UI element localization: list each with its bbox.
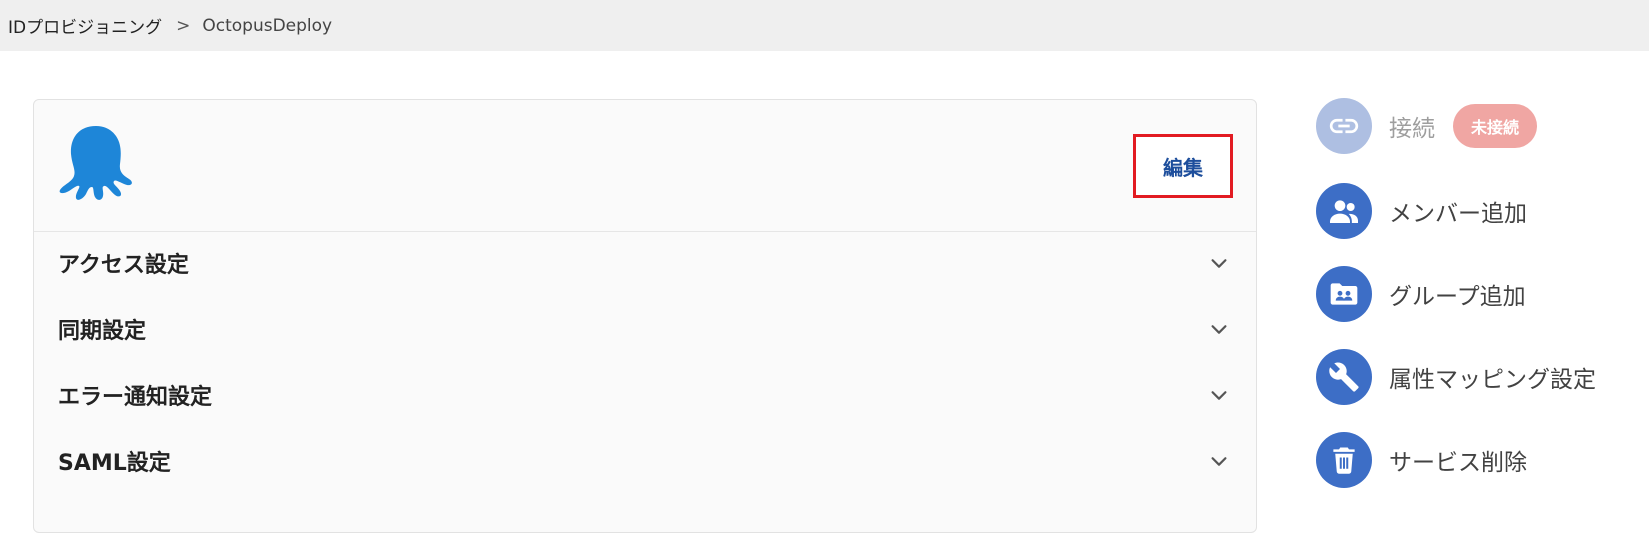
octopus-logo-icon [59,126,132,200]
add-group-button[interactable]: グループ追加 [1316,266,1636,322]
attribute-mapping-label: 属性マッピング設定 [1389,367,1596,393]
add-group-label: グループ追加 [1389,284,1526,310]
add-member-label: メンバー追加 [1389,201,1527,227]
breadcrumb: IDプロビジョニング > OctopusDeploy [0,0,1649,51]
group-folder-icon [1316,266,1372,322]
attribute-mapping-button[interactable]: 属性マッピング設定 [1316,349,1636,405]
trash-icon [1316,432,1372,488]
breadcrumb-current: OctopusDeploy [202,15,333,36]
section-title: SAML設定 [58,451,171,476]
service-card: 編集 アクセス設定 同期設定 エラー通知設定 SAML設定 [33,99,1257,533]
section-title: アクセス設定 [58,253,189,278]
status-badge: 未接続 [1453,104,1538,148]
section-title: エラー通知設定 [58,385,213,410]
section-title: 同期設定 [58,319,147,344]
chevron-down-icon[interactable] [1208,252,1230,274]
wrench-icon [1316,349,1372,405]
link-icon [1316,98,1372,154]
connect-action: 接続 未接続 [1316,98,1636,154]
edit-button[interactable]: 編集 [1133,134,1233,198]
section-access-settings[interactable]: アクセス設定 [34,241,1256,285]
users-icon [1316,183,1372,239]
delete-service-label: サービス削除 [1389,450,1527,476]
section-saml-settings[interactable]: SAML設定 [34,439,1256,483]
breadcrumb-separator: > [176,15,191,36]
connect-label: 接続 [1389,116,1435,142]
breadcrumb-parent[interactable]: IDプロビジョニング [8,13,162,38]
delete-service-button[interactable]: サービス削除 [1316,432,1636,488]
chevron-down-icon[interactable] [1208,450,1230,472]
section-sync-settings[interactable]: 同期設定 [34,307,1256,351]
section-error-notification-settings[interactable]: エラー通知設定 [34,373,1256,417]
card-header: 編集 [34,100,1256,232]
chevron-down-icon[interactable] [1208,318,1230,340]
chevron-down-icon[interactable] [1208,384,1230,406]
add-member-button[interactable]: メンバー追加 [1316,183,1636,239]
